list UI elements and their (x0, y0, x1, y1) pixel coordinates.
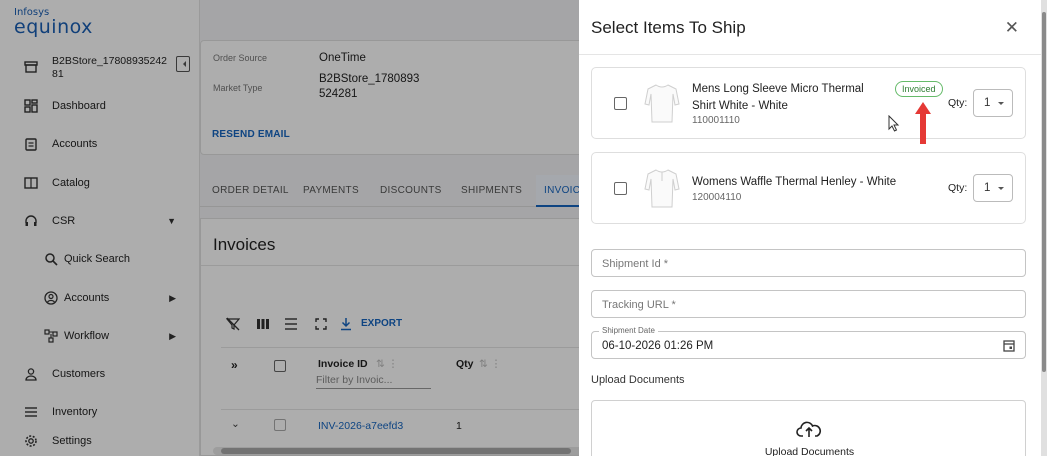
annotation-arrow-icon (915, 102, 931, 144)
drawer-title: Select Items To Ship (591, 18, 746, 37)
upload-documents-label: Upload Documents (764, 446, 855, 456)
status-badge: Invoiced (895, 81, 943, 97)
item-sku: 120004110 (692, 192, 742, 203)
shipment-date-input[interactable]: Shipment Date 06-10-2026 01:26 PM (591, 326, 1026, 359)
qty-select[interactable]: 1 (973, 174, 1013, 202)
calendar-icon[interactable] (1003, 339, 1015, 352)
upload-documents-title: Upload Documents (591, 374, 685, 386)
item-name: Womens Waffle Thermal Henley - White (692, 176, 897, 188)
tracking-url-placeholder: Tracking URL * (602, 299, 676, 311)
shipment-id-input[interactable]: Shipment Id * (591, 249, 1026, 277)
item-name: Mens Long Sleeve Micro Thermal Shirt Whi… (692, 83, 864, 112)
qty-label: Qty: (948, 182, 968, 194)
shipment-id-placeholder: Shipment Id * (602, 258, 669, 270)
ship-item-card: Womens Waffle Thermal Henley - White 120… (591, 152, 1026, 224)
tracking-url-input[interactable]: Tracking URL * (591, 290, 1026, 318)
close-icon[interactable]: ✕ (1005, 19, 1019, 36)
shipment-date-value: 06-10-2026 01:26 PM (602, 340, 714, 352)
item-checkbox[interactable] (614, 182, 627, 195)
mouse-cursor-icon (888, 115, 900, 132)
qty-label: Qty: (948, 97, 968, 109)
select-items-drawer: Select Items To Ship ✕ Mens Long Sleeve … (579, 0, 1041, 456)
chevron-down-icon (998, 187, 1004, 193)
ship-item-card: Mens Long Sleeve Micro Thermal Shirt Whi… (591, 67, 1026, 139)
cloud-upload-icon (796, 421, 822, 437)
product-image (644, 84, 680, 123)
qty-select[interactable]: 1 (973, 89, 1013, 117)
item-checkbox[interactable] (614, 97, 627, 110)
scrollbar-thumb[interactable] (1042, 12, 1046, 372)
vertical-scrollbar[interactable] (1041, 0, 1047, 456)
drawer-header: Select Items To Ship ✕ (579, 0, 1041, 55)
qty-value: 1 (984, 97, 991, 109)
modal-backdrop[interactable] (0, 0, 579, 456)
chevron-down-icon (998, 102, 1004, 108)
qty-value: 1 (984, 182, 991, 194)
item-sku: 110001110 (692, 115, 740, 126)
shipment-date-label: Shipment Date (599, 326, 658, 335)
product-image (644, 169, 680, 208)
upload-documents-dropzone[interactable]: Upload Documents (591, 400, 1026, 456)
